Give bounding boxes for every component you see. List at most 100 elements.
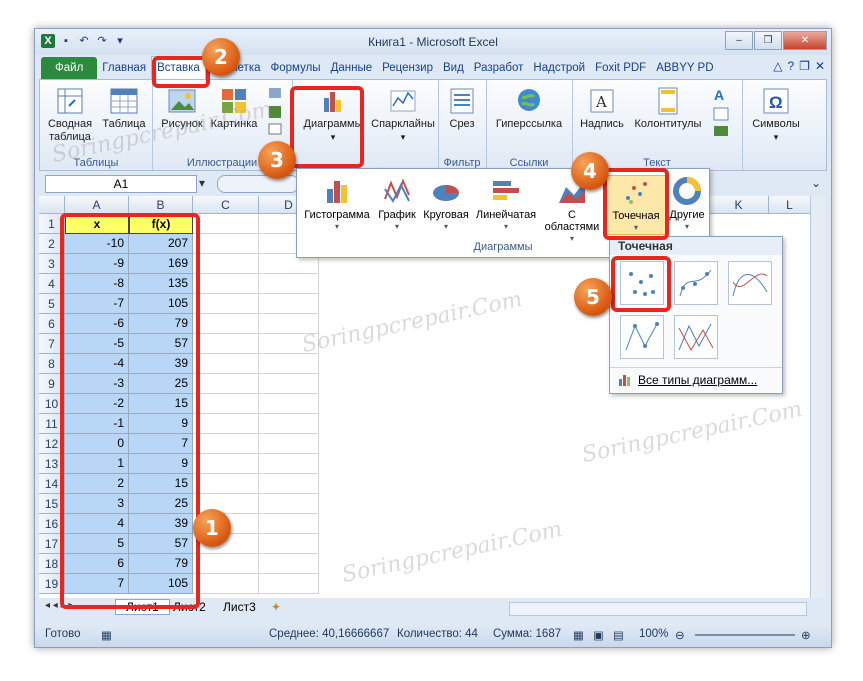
horizontal-scrollbar[interactable] [509,602,807,616]
macro-record-icon[interactable]: ▦ [101,628,112,642]
all-chart-types-item[interactable]: Все типы диаграмм... [618,373,757,387]
empty-cell[interactable] [193,274,259,294]
line-chart-option[interactable]: График▾ [375,175,419,233]
empty-cell[interactable] [259,574,319,594]
col-header-a[interactable]: A [65,196,129,214]
pivot-table-button[interactable]: Сводная таблица [44,86,96,144]
empty-cell[interactable] [193,414,259,434]
table-button[interactable]: Таблица [100,86,148,131]
normal-view-icon[interactable]: ▦ [573,628,584,642]
empty-cell[interactable] [193,234,259,254]
empty-cell[interactable] [259,374,319,394]
clipart-button[interactable]: Картинка [208,86,260,131]
ribbon-minimize-icon[interactable]: △ [773,59,782,73]
textbox-button[interactable]: A Надпись [574,86,630,131]
insert-sheet-icon[interactable]: ✦ [271,600,281,614]
select-all-corner[interactable] [39,196,65,214]
tab-addins[interactable]: Надстрой [528,57,590,79]
col-header-k[interactable]: K [709,196,769,214]
empty-cell[interactable] [193,474,259,494]
page-break-view-icon[interactable]: ▤ [613,628,624,642]
scatter-straight-lines-option[interactable] [674,315,718,359]
column-chart-option[interactable]: Гистограмма▾ [301,175,373,233]
name-box[interactable]: A1 [45,175,197,193]
empty-cell[interactable] [193,254,259,274]
picture-button[interactable]: Рисунок [158,86,206,131]
col-header-l[interactable]: L [769,196,811,214]
tab-developer[interactable]: Разработ [469,57,529,79]
sparklines-button[interactable]: Спарклайны ▾ [370,86,436,144]
restore-icon[interactable]: ❐ [799,59,810,73]
empty-cell[interactable] [259,454,319,474]
empty-cell[interactable] [193,334,259,354]
zoom-in-icon[interactable]: ⊕ [801,628,811,642]
other-charts-option[interactable]: Другие▾ [667,175,707,233]
empty-cell[interactable] [193,354,259,374]
empty-cell[interactable] [193,314,259,334]
empty-cell[interactable] [259,414,319,434]
tab-home[interactable]: Главная [97,57,151,79]
scatter-smooth-markers-icon [675,262,717,304]
empty-cell[interactable] [193,374,259,394]
empty-cell[interactable] [193,554,259,574]
empty-cell[interactable] [193,294,259,314]
clipart-icon [219,86,249,116]
empty-cell[interactable] [259,474,319,494]
formula-expand-icon[interactable]: ⌄ [811,176,821,190]
empty-cell[interactable] [193,434,259,454]
zoom-out-icon[interactable]: ⊖ [675,628,685,642]
empty-cell[interactable] [259,354,319,374]
shapes-button[interactable] [266,86,286,144]
tab-foxit[interactable]: Foxit PDF [590,57,651,79]
tab-view[interactable]: Вид [438,57,469,79]
table-icon [109,86,139,116]
empty-cell[interactable] [193,214,259,234]
help-icon[interactable]: ? [787,59,794,73]
hyperlink-button[interactable]: Гиперссылка [490,86,568,131]
scatter-straight-markers-option[interactable] [620,315,664,359]
bar-chart-option[interactable]: Линейчатая▾ [473,175,539,233]
tab-abbyy[interactable]: ABBYY PD [651,57,718,79]
close-button[interactable]: ✕ [783,31,827,50]
empty-cell[interactable] [193,574,259,594]
vertical-scrollbar[interactable] [810,196,825,598]
minimize-button[interactable]: – [725,31,753,50]
sparklines-dropdown-icon: ▾ [370,131,436,144]
empty-cell[interactable] [259,514,319,534]
sheet-tab-3[interactable]: Лист3 [215,600,264,614]
empty-cell[interactable] [259,494,319,514]
empty-cell[interactable] [259,534,319,554]
zoom-slider[interactable] [695,634,795,636]
zoom-level[interactable]: 100% [639,628,668,640]
empty-cell[interactable] [259,314,319,334]
header-footer-button[interactable]: Колонтитулы [630,86,706,131]
page-layout-view-icon[interactable]: ▣ [593,628,604,642]
empty-cell[interactable] [193,394,259,414]
tab-data[interactable]: Данные [326,57,378,79]
namebox-dropdown-icon[interactable]: ▾ [199,176,205,190]
slicer-button[interactable]: Срез [442,86,482,131]
empty-cell[interactable] [259,334,319,354]
chart-option-label: Другие [669,209,704,221]
empty-cell[interactable] [259,274,319,294]
maximize-button[interactable]: ❐ [754,31,782,50]
svg-text:A: A [714,87,724,103]
empty-cell[interactable] [259,394,319,414]
scatter-smooth-lines-option[interactable] [728,261,772,305]
empty-cell[interactable] [259,434,319,454]
scatter-smooth-markers-option[interactable] [674,261,718,305]
col-header-c[interactable]: C [193,196,259,214]
tab-formulas[interactable]: Формулы [266,57,326,79]
close-workbook-icon[interactable]: ✕ [815,59,825,73]
empty-cell[interactable] [259,554,319,574]
pie-chart-option[interactable]: Круговая▾ [421,175,471,233]
symbols-button[interactable]: Ω Символы ▾ [746,86,806,144]
tab-review[interactable]: Рецензир [377,57,438,79]
scatter-straight-lines-icon [675,316,717,358]
empty-cell[interactable] [259,294,319,314]
empty-cell[interactable] [193,454,259,474]
wordart-button[interactable]: A [710,86,736,144]
tab-file[interactable]: Файл [41,57,97,79]
col-header-b[interactable]: B [129,196,193,214]
formula-controls[interactable] [217,175,299,193]
